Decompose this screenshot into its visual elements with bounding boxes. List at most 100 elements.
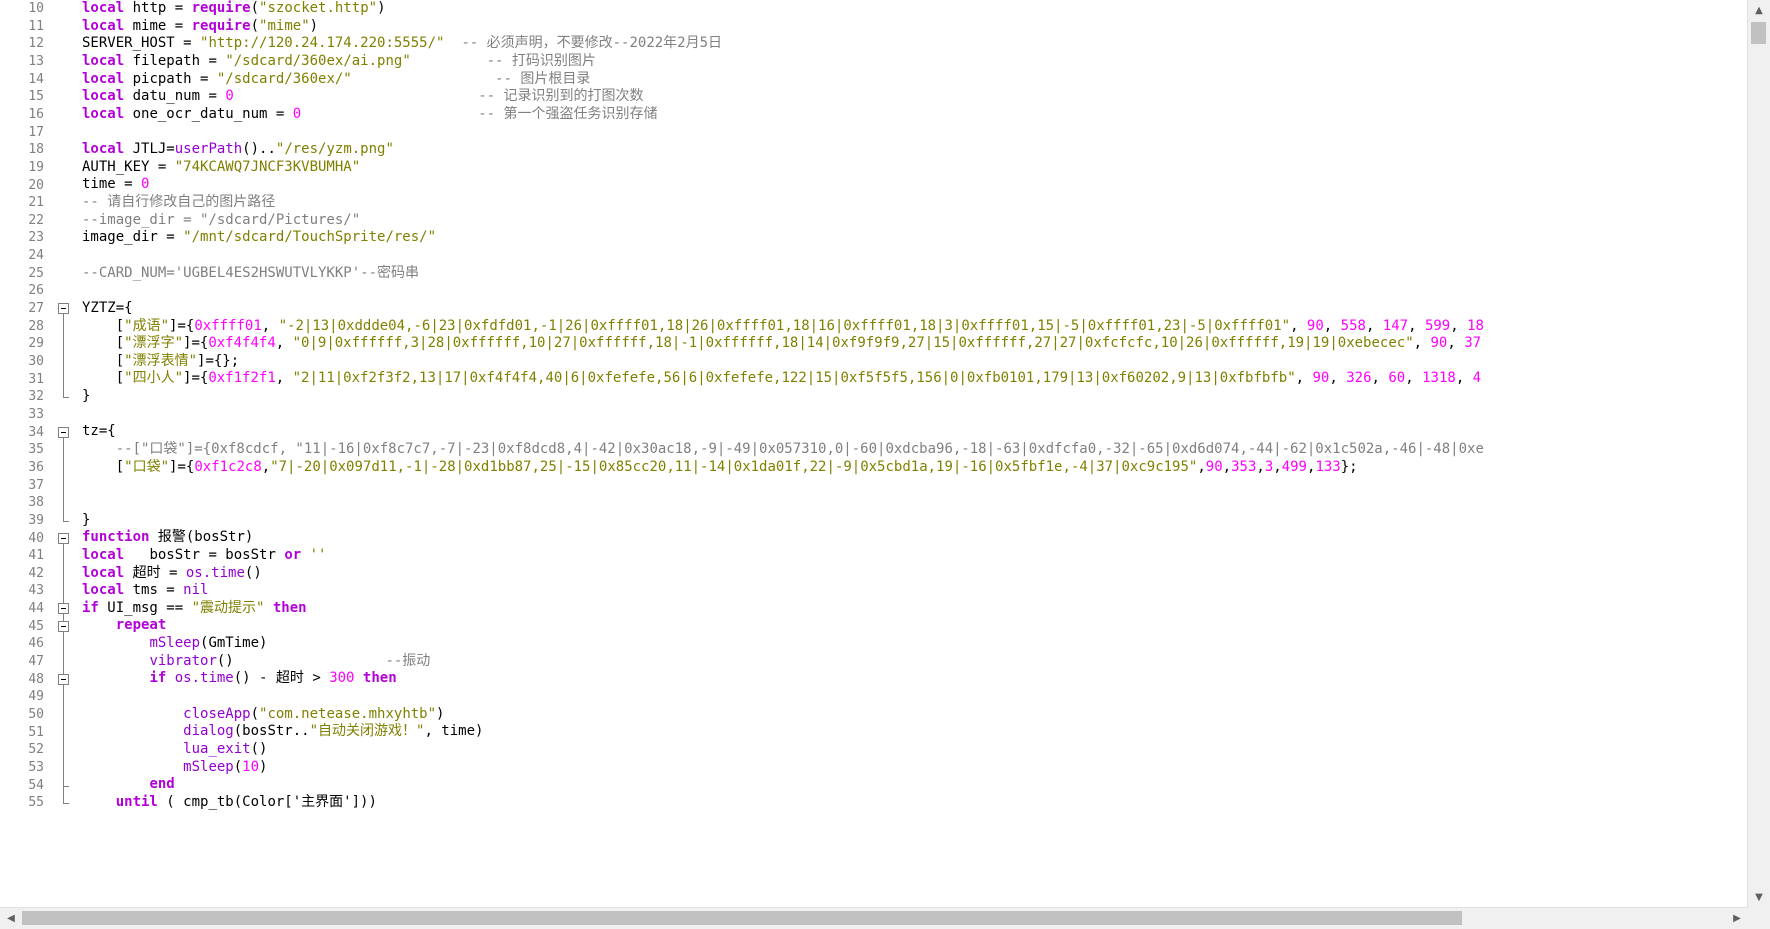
code-token: , <box>1295 370 1313 387</box>
line-number: 25 <box>28 265 44 281</box>
code-token: 0 <box>292 105 302 122</box>
code-line[interactable]: --["口袋"]={0xf8cdcf, "11|-16|0xf8c7c7,-7|… <box>82 441 1748 459</box>
code-token: JTLJ= <box>124 141 175 158</box>
code-line[interactable]: function 报警(bosStr) <box>82 529 1748 547</box>
code-token: () <box>250 740 268 757</box>
code-token: bosStr = bosStr <box>124 546 285 563</box>
code-line[interactable]: time = 0 <box>82 176 1748 194</box>
line-number: 52 <box>28 742 44 758</box>
code-line[interactable]: local datu_num = 0 -- 记录识别到的打图次数 <box>82 88 1748 106</box>
code-line[interactable]: end <box>82 776 1748 794</box>
fold-toggle-icon[interactable] <box>58 620 69 632</box>
vertical-scroll-thumb[interactable] <box>1751 22 1766 44</box>
code-token: http = <box>124 0 192 16</box>
code-line[interactable] <box>82 247 1748 265</box>
vertical-scrollbar[interactable]: ▲ ▼ <box>1747 0 1770 908</box>
code-line[interactable]: ["四小人"]={0xf1f2f1, "2|11|0xf2f3f2,13|17|… <box>82 370 1748 388</box>
line-number: 11 <box>28 18 44 34</box>
code-token: 10 <box>242 758 260 775</box>
code-token: 0 <box>141 176 150 193</box>
code-token: "7|-20|0x097d11,-1|-28|0xd1bb87,25|-15|0… <box>270 458 1198 475</box>
code-line[interactable]: } <box>82 512 1748 530</box>
code-token: "/sdcard/360ex/" <box>216 70 352 87</box>
horizontal-scroll-thumb[interactable] <box>22 911 1462 925</box>
fold-toggle-icon[interactable] <box>58 303 69 315</box>
fold-toggle-icon[interactable] <box>58 673 69 685</box>
code-token: local <box>82 582 125 599</box>
code-line[interactable]: lua_exit() <box>82 741 1748 759</box>
code-area[interactable]: local http = require("szocket.http") loca… <box>82 0 1748 908</box>
scroll-down-arrow-icon[interactable]: ▼ <box>1748 887 1770 908</box>
line-number: 45 <box>28 618 44 634</box>
code-line[interactable]: -- 请自行修改自己的图片路径 <box>82 194 1748 212</box>
code-token: 90 <box>1306 317 1324 334</box>
code-token: "0|9|0xffffff,3|28|0xffffff,10|27|0xffff… <box>292 335 1414 352</box>
code-token: --image_dir = "/sdcard/Pictures/" <box>82 211 361 228</box>
code-token: picpath = <box>124 70 217 87</box>
code-line[interactable]: vibrator() --振动 <box>82 653 1748 671</box>
code-line[interactable] <box>82 406 1748 424</box>
code-line[interactable]: local bosStr = bosStr or '' <box>82 547 1748 565</box>
code-line[interactable]: --image_dir = "/sdcard/Pictures/" <box>82 212 1748 230</box>
code-line[interactable]: local JTLJ=userPath().."/res/yzm.png" <box>82 141 1748 159</box>
code-token: lua_exit <box>183 740 251 757</box>
code-line[interactable]: until ( cmp_tb(Color['主界面'])) <box>82 794 1748 812</box>
code-editor[interactable]: 10 11 12 13 14 15 16 17 18 19 20 21 22 23 24 25 26 27 28 29… <box>0 0 1748 908</box>
code-line[interactable]: local 超时 = os.time() <box>82 565 1748 583</box>
code-line[interactable] <box>82 476 1748 494</box>
code-line[interactable]: YZTZ={ <box>82 300 1748 318</box>
code-line[interactable]: if UI_msg == "震动提示" then <box>82 600 1748 618</box>
code-line[interactable]: repeat <box>82 617 1748 635</box>
code-line[interactable]: mSleep(GmTime) <box>82 635 1748 653</box>
code-line[interactable]: closeApp("com.netease.mhxyhtb") <box>82 706 1748 724</box>
code-line[interactable]: image_dir = "/mnt/sdcard/TouchSprite/res… <box>82 229 1748 247</box>
code-token: }; <box>1340 458 1358 475</box>
code-token: if <box>82 599 99 616</box>
code-line[interactable] <box>82 123 1748 141</box>
code-line[interactable]: ["口袋"]={0xf1c2c8,"7|-20|0x097d11,-1|-28|… <box>82 459 1748 477</box>
code-line[interactable] <box>82 494 1748 512</box>
code-token: "szocket.http" <box>259 0 378 16</box>
code-line[interactable]: local tms = nil <box>82 582 1748 600</box>
code-token: , <box>1450 317 1468 334</box>
code-line[interactable]: ["漂浮表情"]={}; <box>82 353 1748 371</box>
code-line[interactable]: if os.time() - 超时 > 300 then <box>82 670 1748 688</box>
code-token: -- 图片根目录 <box>495 70 591 87</box>
code-line[interactable]: local filepath = "/sdcard/360ex/ai.png" … <box>82 53 1748 71</box>
code-line[interactable] <box>82 282 1748 300</box>
code-line[interactable]: local picpath = "/sdcard/360ex/" -- 图片根目… <box>82 71 1748 89</box>
code-line[interactable] <box>82 688 1748 706</box>
code-token: 499 <box>1281 458 1307 475</box>
code-line[interactable]: local mime = require("mime") <box>82 18 1748 36</box>
code-token: 558 <box>1340 317 1366 334</box>
code-line[interactable]: dialog(bosStr.."自动关闭游戏！", time) <box>82 723 1748 741</box>
scroll-left-arrow-icon[interactable]: ◀ <box>0 908 22 929</box>
line-number: 32 <box>28 389 44 405</box>
code-line[interactable]: SERVER_HOST = "http://120.24.174.220:555… <box>82 35 1748 53</box>
code-line[interactable]: local http = require("szocket.http") <box>82 0 1748 18</box>
scroll-right-arrow-icon[interactable]: ▶ <box>1726 908 1748 929</box>
code-line[interactable]: tz={ <box>82 423 1748 441</box>
line-number: 47 <box>28 654 44 670</box>
fold-toggle-icon[interactable] <box>58 426 69 438</box>
fold-toggle-icon[interactable] <box>58 603 69 615</box>
code-token: image_dir = <box>82 229 184 246</box>
code-line[interactable]: mSleep(10) <box>82 759 1748 777</box>
code-line[interactable]: local one_ocr_datu_num = 0 -- 第一个强盗任务识别存… <box>82 106 1748 124</box>
horizontal-scrollbar[interactable]: ◀ ▶ <box>0 907 1748 929</box>
code-line[interactable]: --CARD_NUM='UGBEL4ES2HSWUTVLYKKP'--密码串 <box>82 265 1748 283</box>
code-line[interactable]: } <box>82 388 1748 406</box>
line-number: 35 <box>28 442 44 458</box>
fold-toggle-icon[interactable] <box>58 532 69 544</box>
code-line[interactable]: ["漂浮字"]={0xf4f4f4, "0|9|0xffffff,3|28|0x… <box>82 335 1748 353</box>
code-line[interactable]: ["成语"]={0xffff01, "-2|13|0xddde04,-6|23|… <box>82 318 1748 336</box>
line-number: 54 <box>28 777 44 793</box>
code-token: os.time <box>185 564 245 581</box>
line-number: 40 <box>28 530 44 546</box>
scroll-up-arrow-icon[interactable]: ▲ <box>1748 0 1770 21</box>
code-token: if <box>149 670 167 687</box>
code-line[interactable]: AUTH_KEY = "74KCAWQ7JNCF3KVBUMHA" <box>82 159 1748 177</box>
